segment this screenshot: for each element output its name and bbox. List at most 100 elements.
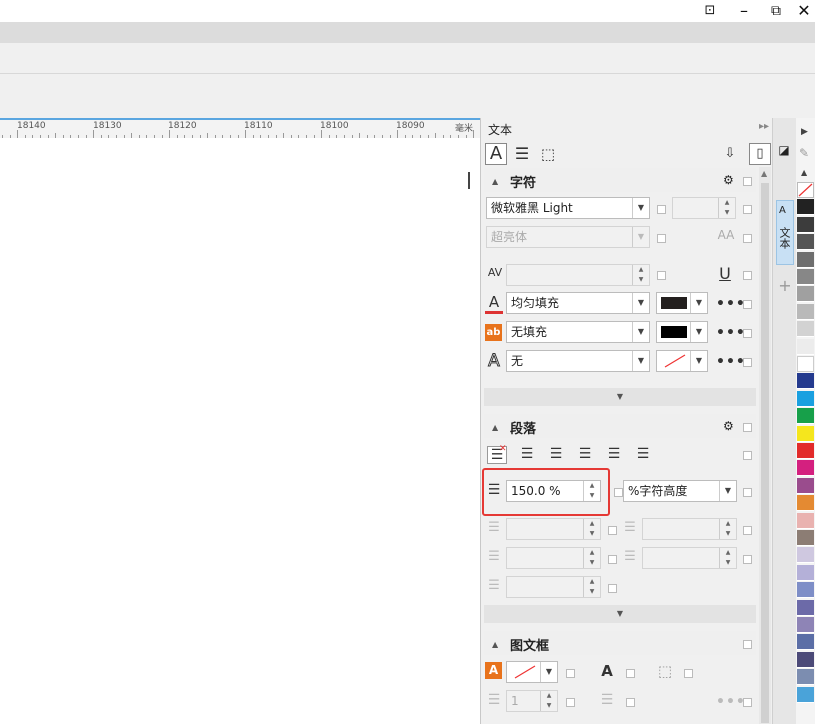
- palette-swatch[interactable]: [797, 286, 814, 303]
- frame-resize-checkbox[interactable]: [684, 669, 693, 678]
- font-checkbox[interactable]: [657, 205, 666, 214]
- palette-swatch[interactable]: [797, 269, 814, 285]
- spacing-checkbox[interactable]: [608, 555, 617, 564]
- line-spacing-checkbox[interactable]: [614, 488, 623, 497]
- palette-swatch[interactable]: [797, 321, 814, 338]
- font-style-checkbox[interactable]: [657, 234, 666, 243]
- palette-swatch[interactable]: [797, 460, 814, 477]
- close-icon[interactable]: ✕: [793, 1, 815, 21]
- spinner-icon[interactable]: ▲ ▼: [632, 265, 649, 285]
- palette-swatch[interactable]: [797, 599, 814, 616]
- scroll-up-icon[interactable]: ▲: [761, 169, 767, 178]
- palette-swatch[interactable]: [797, 425, 814, 442]
- more-options-icon[interactable]: •••: [716, 325, 746, 341]
- account-icon[interactable]: ⊡: [699, 1, 721, 21]
- collapse-triangle-icon[interactable]: ▲: [492, 640, 498, 649]
- palette-swatch[interactable]: [797, 338, 814, 355]
- eyedropper-icon[interactable]: ✎: [799, 146, 809, 160]
- space-after-field[interactable]: ▲ ▼: [642, 547, 737, 569]
- text-fill-icon[interactable]: A: [485, 294, 503, 314]
- outline-checkbox[interactable]: [743, 358, 752, 367]
- add-docker-icon[interactable]: +: [777, 278, 793, 294]
- outline-color-picker[interactable]: ▼: [656, 350, 708, 372]
- chevron-down-icon[interactable]: ▼: [632, 293, 649, 313]
- font-size-field[interactable]: ▲ ▼: [672, 197, 736, 219]
- space-before-field[interactable]: ▲ ▼: [506, 547, 601, 569]
- paragraph-tab-icon[interactable]: ☰: [512, 145, 532, 163]
- background-color-picker[interactable]: ▼: [656, 321, 708, 343]
- more-options-icon[interactable]: •••: [716, 694, 746, 710]
- section-checkbox[interactable]: [743, 640, 752, 649]
- palette-swatch[interactable]: [797, 530, 814, 546]
- scale-checkbox[interactable]: [743, 234, 752, 243]
- palette-swatch[interactable]: [797, 356, 814, 372]
- palette-scroll-up-icon[interactable]: ▲: [801, 168, 807, 177]
- palette-swatch[interactable]: [797, 564, 814, 581]
- gear-icon[interactable]: ⚙: [723, 419, 734, 433]
- spinner-icon[interactable]: ▲ ▼: [583, 548, 600, 568]
- right-indent-icon[interactable]: ☰: [485, 578, 503, 598]
- background-fill-icon[interactable]: ab: [485, 324, 502, 341]
- palette-swatch[interactable]: [797, 216, 814, 233]
- palette-swatch[interactable]: [797, 512, 814, 529]
- docker-scrollbar[interactable]: ▲: [759, 167, 771, 724]
- apply-icon[interactable]: ⇩: [720, 145, 740, 163]
- palette-swatch[interactable]: [797, 617, 814, 633]
- frame-tab-icon[interactable]: ⬚: [538, 145, 558, 163]
- drawing-canvas[interactable]: [0, 138, 480, 724]
- collapse-triangle-icon[interactable]: ▲: [492, 423, 498, 432]
- font-size-checkbox[interactable]: [743, 205, 752, 214]
- font-style-select[interactable]: 超亮体 ▼: [486, 226, 650, 248]
- chevron-down-icon[interactable]: ▼: [632, 198, 649, 218]
- underline-icon[interactable]: U: [715, 264, 735, 284]
- spinner-icon[interactable]: ▲ ▼: [583, 577, 600, 597]
- palette-swatch[interactable]: [797, 390, 814, 407]
- palette-swatch[interactable]: [797, 582, 814, 599]
- force-justify-icon[interactable]: ☰: [634, 446, 652, 462]
- chevron-down-icon[interactable]: ▼: [632, 351, 649, 371]
- frame-fill-icon[interactable]: A: [485, 662, 502, 679]
- spinner-icon[interactable]: ▲ ▼: [719, 519, 736, 539]
- align-center-icon[interactable]: ☰: [547, 446, 565, 462]
- chevron-down-icon[interactable]: ▼: [632, 322, 649, 342]
- chevron-down-icon[interactable]: ▼: [690, 351, 707, 371]
- font-size-scale-icon[interactable]: AA: [715, 228, 737, 248]
- palette-swatch[interactable]: [797, 634, 814, 651]
- spacing-checkbox[interactable]: [743, 555, 752, 564]
- palette-swatch[interactable]: [797, 182, 814, 198]
- collapse-triangle-icon[interactable]: ▲: [492, 177, 498, 186]
- collapse-docker-icon[interactable]: ▸▸: [759, 121, 769, 132]
- palette-swatch[interactable]: [797, 686, 814, 703]
- right-indent-checkbox[interactable]: [608, 584, 617, 593]
- align-left-icon[interactable]: ☰: [518, 446, 536, 462]
- background-fill-select[interactable]: 无填充 ▼: [506, 321, 650, 343]
- spinner-icon[interactable]: ▲ ▼: [540, 691, 557, 711]
- palette-swatch[interactable]: [797, 303, 814, 320]
- spinner-icon[interactable]: ▲ ▼: [719, 548, 736, 568]
- palette-swatch[interactable]: [797, 443, 814, 459]
- character-expand-button[interactable]: ▼: [484, 388, 756, 406]
- space-after-icon[interactable]: ☰: [621, 549, 639, 569]
- frame-text-checkbox[interactable]: [626, 669, 635, 678]
- palette-swatch[interactable]: [797, 408, 814, 425]
- kerning-field[interactable]: ▲ ▼: [506, 264, 650, 286]
- frame-text-icon[interactable]: A: [597, 662, 617, 682]
- kerning-icon[interactable]: AV: [485, 266, 505, 284]
- unit-checkbox[interactable]: [743, 488, 752, 497]
- frame-more-checkbox[interactable]: [743, 698, 752, 707]
- outline-select[interactable]: 无 ▼: [506, 350, 650, 372]
- palette-swatch[interactable]: [797, 547, 814, 564]
- more-options-icon[interactable]: •••: [716, 354, 746, 370]
- paragraph-expand-button[interactable]: ▼: [484, 605, 756, 623]
- chevron-down-icon[interactable]: ▼: [690, 293, 707, 313]
- chevron-down-icon[interactable]: ▼: [719, 481, 736, 501]
- justify-full-icon[interactable]: ☰: [605, 446, 623, 462]
- background-fill-checkbox[interactable]: [743, 329, 752, 338]
- palette-swatch[interactable]: [797, 651, 814, 668]
- section-checkbox[interactable]: [743, 423, 752, 432]
- spinner-icon[interactable]: ▲ ▼: [718, 198, 735, 218]
- settings-page-icon[interactable]: ▯: [749, 143, 771, 165]
- font-family-select[interactable]: 微软雅黑 Light ▼: [486, 197, 650, 219]
- alignment-checkbox[interactable]: [743, 451, 752, 460]
- palette-swatch[interactable]: [797, 669, 814, 686]
